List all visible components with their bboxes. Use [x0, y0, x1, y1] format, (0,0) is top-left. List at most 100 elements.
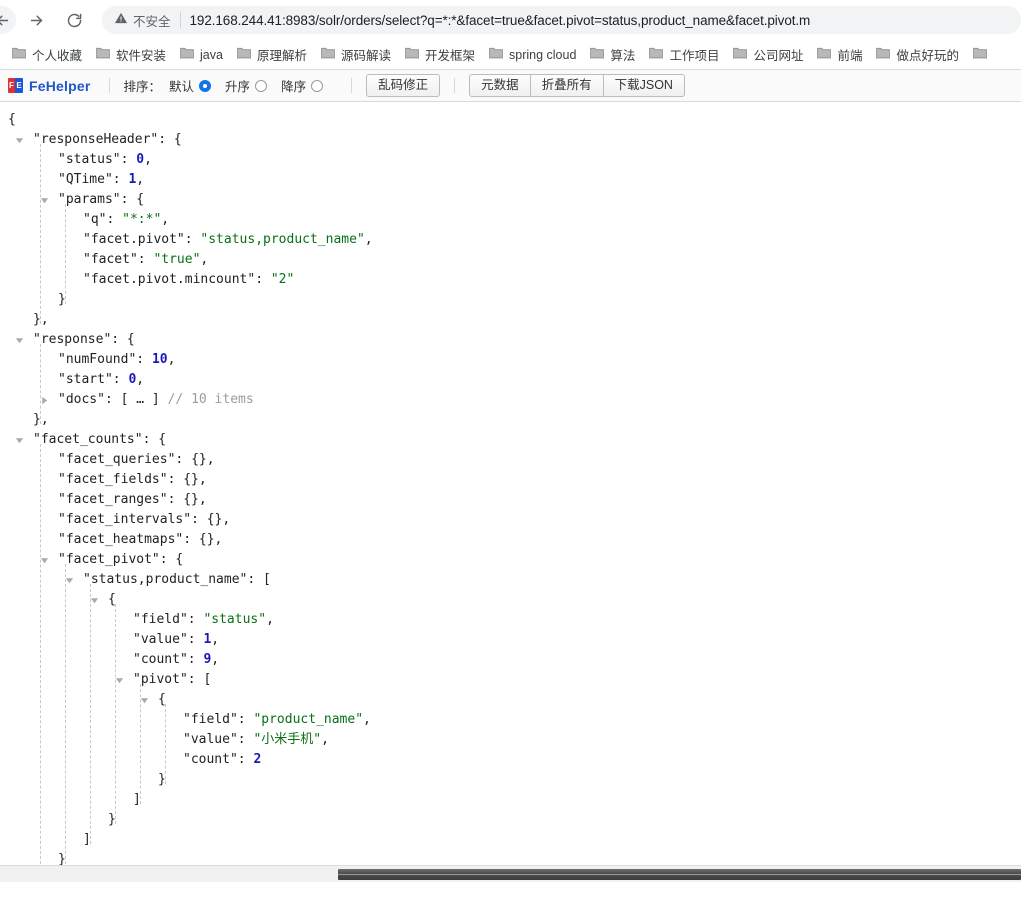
json-line-content: "response": { [33, 332, 135, 347]
json-key: "facet_pivot" [58, 552, 160, 567]
bookmark-label: 源码解读 [340, 49, 391, 63]
bookmark-item[interactable]: 算法 [584, 42, 641, 67]
json-colon: : [112, 172, 129, 187]
bookmark-item[interactable]: 源码解读 [315, 42, 397, 67]
bookmark-item[interactable]: 开发框架 [399, 42, 481, 67]
sort-option-desc[interactable]: 降序 [281, 76, 324, 95]
arrow-left-icon [0, 12, 11, 29]
json-line: } [0, 770, 1021, 790]
json-colon: : [120, 152, 137, 167]
json-line-content: "facet_fields": {}, [58, 472, 207, 487]
json-string-value: "product_name" [253, 712, 364, 727]
bookmark-item[interactable]: spring cloud [483, 43, 582, 67]
json-string-value: "*:*" [122, 212, 162, 227]
bookmark-item[interactable]: 个人收藏 [6, 42, 88, 67]
json-colon: : [136, 352, 152, 367]
download-json-button[interactable]: 下载JSON [603, 74, 685, 97]
scrollbar-track[interactable] [338, 869, 1021, 880]
collapse-triangle-icon[interactable] [15, 436, 24, 445]
json-punctuation: , [211, 632, 220, 647]
json-line: "responseHeader": { [0, 130, 1021, 150]
json-line: "status": 0, [0, 150, 1021, 170]
folder-icon [12, 46, 26, 64]
json-line: "QTime": 1, [0, 170, 1021, 190]
collapse-triangle-icon[interactable] [65, 576, 74, 585]
bookmark-item[interactable]: 软件安装 [90, 42, 172, 67]
collapse-triangle-icon[interactable] [90, 596, 99, 605]
bookmark-item[interactable]: 公司网址 [727, 42, 809, 67]
collapse-triangle-icon[interactable] [40, 556, 49, 565]
json-number-value: 2 [253, 752, 262, 767]
bookmark-item[interactable]: java [174, 43, 229, 67]
json-punctuation: , [266, 612, 274, 627]
fix-encoding-button[interactable]: 乱码修正 [366, 74, 441, 97]
json-line: { [0, 590, 1021, 610]
json-punctuation: {}, [191, 452, 215, 467]
bookmark-item[interactable] [967, 43, 999, 67]
json-key: "facet_queries" [58, 452, 176, 467]
collapse-triangle-icon[interactable] [40, 196, 49, 205]
radio-icon-asc[interactable] [255, 79, 268, 92]
back-button[interactable] [0, 6, 16, 34]
json-key: "facet_heatmaps" [58, 532, 184, 547]
expand-triangle-icon[interactable] [40, 396, 49, 405]
json-line: }, [0, 410, 1021, 430]
json-punctuation: , [144, 152, 152, 167]
json-key: "facet.pivot" [83, 232, 185, 247]
json-colon: : [167, 492, 184, 507]
json-viewer[interactable]: { "responseHeader": {"status": 0, "QTime":… [0, 102, 1021, 882]
json-key: "start" [58, 372, 113, 387]
json-line: } [0, 810, 1021, 830]
json-colon: : [187, 612, 204, 627]
json-key: "facet_counts" [33, 432, 143, 447]
json-line-content: "facet_pivot": { [58, 552, 183, 567]
json-punctuation: {}, [198, 532, 223, 547]
json-colon: : [183, 532, 199, 547]
radio-icon-default[interactable] [199, 79, 212, 92]
json-key: "pivot" [133, 672, 188, 687]
bookmark-item[interactable]: 前端 [811, 42, 868, 67]
collapse-triangle-icon[interactable] [140, 696, 149, 705]
fehelper-logo[interactable]: F E FeHelper [8, 78, 91, 94]
collapse-triangle-icon[interactable] [115, 676, 124, 685]
json-punctuation: : { [111, 332, 135, 347]
bookmark-item[interactable]: 原理解析 [231, 42, 313, 67]
address-bar[interactable]: 不安全 192.168.244.41:8983/solr/orders/sele… [102, 6, 1021, 34]
json-line: { [0, 110, 1021, 130]
metadata-button[interactable]: 元数据 [469, 74, 531, 97]
json-line-content: "status,product_name": [ [83, 572, 271, 587]
json-punctuation: , [136, 172, 145, 187]
collapse-triangle-icon[interactable] [15, 336, 24, 345]
json-punctuation: , [161, 212, 170, 227]
collapse-triangle-icon[interactable] [15, 136, 24, 145]
collapse-all-button[interactable]: 折叠所有 [530, 74, 604, 97]
reload-button[interactable] [60, 6, 88, 34]
horizontal-scrollbar[interactable] [0, 865, 1021, 882]
json-colon: : [187, 652, 204, 667]
bookmark-item[interactable]: 工作项目 [643, 42, 725, 67]
security-status[interactable]: 不安全 [114, 11, 171, 30]
json-punctuation: { [8, 112, 16, 127]
json-line-content: "params": { [58, 192, 144, 207]
sort-option-asc[interactable]: 升序 [225, 76, 268, 95]
folder-icon [973, 46, 987, 64]
folder-icon [96, 46, 110, 64]
json-line-content: "field": "status", [133, 612, 274, 627]
scrollbar-thumb[interactable] [338, 869, 1021, 880]
folder-icon [180, 46, 194, 64]
json-punctuation: , [136, 372, 145, 387]
radio-icon-desc[interactable] [311, 79, 324, 92]
forward-button[interactable] [22, 6, 50, 34]
json-line-content: "q": "*:*", [83, 212, 169, 227]
json-line-content: "field": "product_name", [183, 712, 371, 727]
json-line: "count": 2 [0, 750, 1021, 770]
json-line: "facet.pivot.mincount": "2" [0, 270, 1021, 290]
folder-icon [405, 46, 419, 64]
bookmark-item[interactable]: 做点好玩的 [870, 42, 965, 67]
url-text[interactable]: 192.168.244.41:8983/solr/orders/select?q… [190, 13, 811, 28]
sort-option-default[interactable]: 默认 [169, 76, 212, 95]
json-line: "facet_heatmaps": {}, [0, 530, 1021, 550]
indent-guide [140, 684, 141, 804]
json-line: "count": 9, [0, 650, 1021, 670]
json-punctuation: : { [159, 552, 184, 567]
